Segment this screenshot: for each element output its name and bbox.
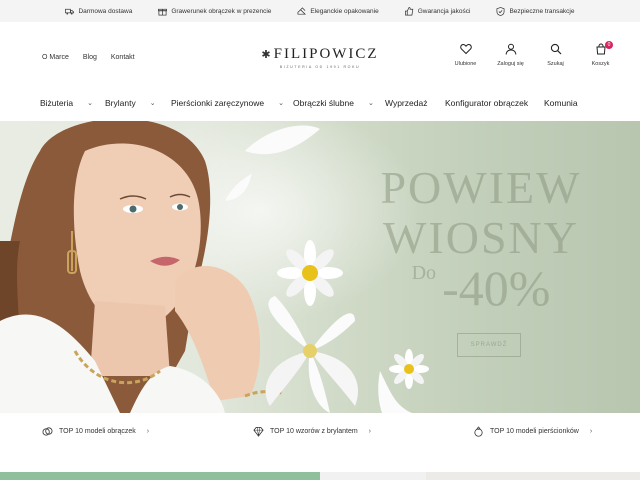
top-lists-bar: TOP 10 modeli obrączek › TOP 10 wzorów z… xyxy=(0,413,640,451)
logo[interactable]: ✱ FILIPOWICZ BIŻUTERIA OD 1991 ROKU xyxy=(261,46,379,69)
nav-label: Komunia xyxy=(544,98,578,108)
perk-packaging: Eleganckie opakowanie xyxy=(297,6,379,16)
chevron-down-icon: ⌄ xyxy=(367,100,374,107)
cart-label: Koszyk xyxy=(591,61,610,67)
category-tiles xyxy=(0,472,640,480)
perk-label: Eleganckie opakowanie xyxy=(310,7,379,15)
main-nav: Biżuteria ⌄ Brylanty ⌄ Pierścionki zaręczy… xyxy=(0,92,640,120)
perk-label: Bezpieczne transakcje xyxy=(509,7,575,15)
search-button[interactable]: Szukaj xyxy=(533,43,578,67)
top-label: TOP 10 modeli pierścionków xyxy=(490,428,579,435)
perk-secure: Bezpieczne transakcje xyxy=(496,6,575,16)
chevron-down-icon: ⌄ xyxy=(87,100,93,107)
nav-item-diamonds[interactable]: Brylanty ⌄ xyxy=(105,98,156,108)
nav-label: Pierścionki zaręczynowe xyxy=(171,98,265,108)
perk-quality: Gwarancja jakości xyxy=(404,6,471,16)
logo-text: FILIPOWICZ xyxy=(273,46,379,62)
category-tile[interactable] xyxy=(426,472,640,480)
top-wedding-rings-link[interactable]: TOP 10 modeli obrączek › xyxy=(42,426,149,437)
header-actions: Ulubione Zaloguj się Szukaj 0 Koszyk xyxy=(443,41,623,67)
truck-icon xyxy=(65,8,75,15)
perks-bar: Darmowa dostawa Grawerunek obrączek w pr… xyxy=(0,0,640,22)
site-header: O Marce Blog Kontakt ✱ FILIPOWICZ BIŻUTE… xyxy=(0,22,640,92)
category-tile[interactable] xyxy=(0,472,320,480)
link-contact[interactable]: Kontakt xyxy=(111,54,135,61)
gift-icon xyxy=(158,8,168,15)
login-label: Zaloguj się xyxy=(497,61,524,67)
link-about[interactable]: O Marce xyxy=(42,54,69,61)
nav-label: Obrączki ślubne xyxy=(293,98,354,108)
hero-line-2: WIOSNY xyxy=(383,212,579,263)
category-tile[interactable] xyxy=(320,472,426,480)
hero-line-1: POWIEW xyxy=(380,162,582,213)
logo-mark-icon: ✱ xyxy=(261,49,273,61)
header-links: O Marce Blog Kontakt xyxy=(42,54,135,61)
nav-label: Konfigurator obrączek xyxy=(445,98,529,108)
nav-item-sale[interactable]: Wyprzedaż xyxy=(385,98,427,108)
chevron-right-icon: › xyxy=(368,428,372,435)
nav-item-ring-configurator[interactable]: Konfigurator obrączek xyxy=(445,98,528,108)
chevron-right-icon: › xyxy=(146,428,150,435)
hero-discount-value: -40% xyxy=(442,260,551,316)
rings-icon xyxy=(42,427,53,436)
nav-item-communion[interactable]: Komunia xyxy=(544,98,578,108)
hero-discount: Do -40% xyxy=(366,263,596,313)
nav-label: Biżuteria xyxy=(40,98,74,108)
chevron-down-icon: ⌄ xyxy=(149,100,156,107)
perk-label: Gwarancja jakości xyxy=(417,7,471,15)
nav-item-wedding-rings[interactable]: Obrączki ślubne ⌄ xyxy=(293,98,374,108)
top-label: TOP 10 modeli obrączek xyxy=(59,428,136,435)
hero-discount-prefix: Do xyxy=(411,262,437,284)
perk-engraving: Grawerunek obrączek w prezencie xyxy=(158,7,271,16)
perk-label: Darmowa dostawa xyxy=(78,7,133,15)
ring-icon xyxy=(474,426,483,437)
favorites-label: Ulubione xyxy=(454,61,477,67)
perk-label: Grawerunek obrączek w prezencie xyxy=(171,7,272,15)
search-label: Szukaj xyxy=(547,61,564,67)
cart-count-badge: 0 xyxy=(605,41,613,49)
thumbs-up-icon xyxy=(404,6,413,15)
nav-item-engagement-rings[interactable]: Pierścionki zaręczynowe ⌄ xyxy=(171,98,284,108)
search-icon xyxy=(550,43,561,55)
logo-tagline: BIŻUTERIA OD 1991 ROKU xyxy=(279,65,361,69)
top-diamond-link[interactable]: TOP 10 wzorów z brylantem › xyxy=(253,426,371,437)
perk-free-delivery: Darmowa dostawa xyxy=(65,7,132,16)
chevron-right-icon: › xyxy=(589,428,593,435)
shield-check-icon xyxy=(496,6,505,16)
hero-cta-button[interactable]: SPRAWDŹ xyxy=(457,333,521,357)
hero-headline: POWIEW WIOSNY Do -40% xyxy=(366,162,596,314)
favorites-button[interactable]: Ulubione xyxy=(443,43,488,67)
nav-label: Wyprzedaż xyxy=(385,98,428,108)
nav-label: Brylanty xyxy=(105,98,136,108)
chevron-down-icon: ⌄ xyxy=(278,100,284,107)
hero-banner[interactable]: POWIEW WIOSNY Do -40% SPRAWDŹ xyxy=(0,121,640,413)
top-label: TOP 10 wzorów z brylantem xyxy=(270,428,358,435)
link-blog[interactable]: Blog xyxy=(83,54,97,61)
cart-button[interactable]: 0 Koszyk xyxy=(578,41,623,67)
heart-icon xyxy=(459,43,472,55)
top-engagement-rings-link[interactable]: TOP 10 modeli pierścionków › xyxy=(473,426,592,437)
diamond-icon xyxy=(253,426,264,437)
package-icon xyxy=(297,6,307,15)
login-button[interactable]: Zaloguj się xyxy=(488,43,533,67)
user-icon xyxy=(505,43,516,55)
nav-item-jewelry[interactable]: Biżuteria ⌄ xyxy=(40,98,93,108)
